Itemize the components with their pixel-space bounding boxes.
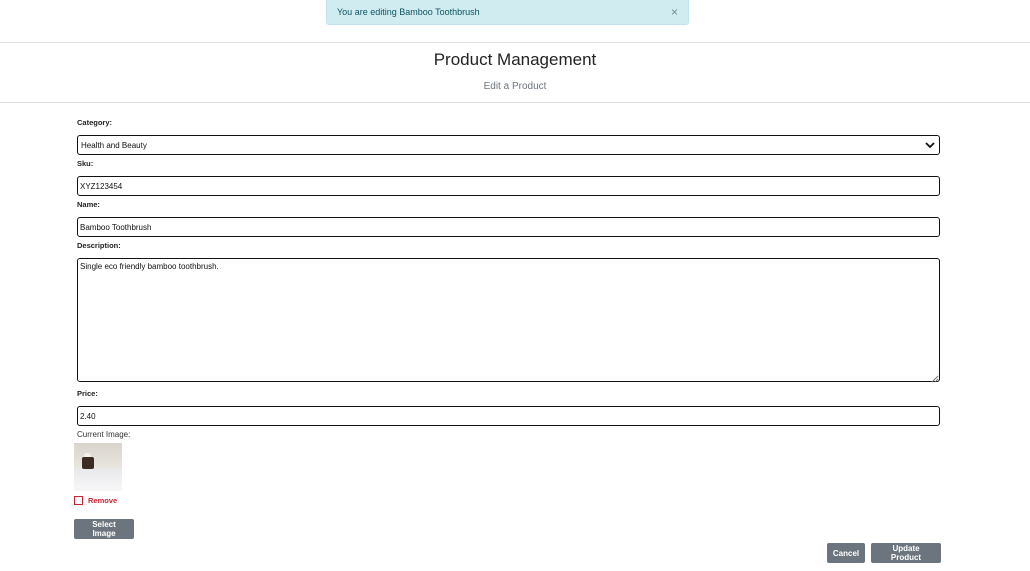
page-title: Product Management [433,50,597,69]
category-select-value: Health and Beauty [81,140,147,150]
name-input[interactable] [77,217,940,237]
remove-image-checkbox[interactable] [74,496,83,505]
cancel-button[interactable]: Cancel [827,543,865,563]
current-image-label: Current Image: [77,430,131,439]
category-label: Category: [77,118,113,127]
description-textarea[interactable]: Single eco friendly bamboo toothbrush. [77,258,940,382]
name-label: Name: [77,200,100,209]
header-top-divider [0,42,1030,43]
remove-image-option: Remove [74,496,117,505]
update-product-button[interactable]: Update Product [871,543,941,563]
select-image-button[interactable]: Select Image [74,519,134,539]
product-image-thumbnail [74,443,122,491]
remove-image-label[interactable]: Remove [88,496,117,505]
resize-grip-icon[interactable] [929,370,939,383]
page-subtitle: Edit a Product [483,81,547,92]
chevron-down-icon [924,139,936,151]
alert-message: You are editing Bamboo Toothbrush [337,7,480,17]
description-label: Description: [77,241,121,250]
sku-label: Sku: [77,159,94,168]
header-bottom-divider [0,102,1030,103]
close-icon[interactable]: × [671,6,678,18]
category-select[interactable]: Health and Beauty [77,135,940,155]
editing-alert: You are editing Bamboo Toothbrush × [326,0,689,25]
price-input[interactable] [77,406,940,426]
price-label: Price: [77,389,98,398]
sku-input[interactable] [77,176,940,196]
